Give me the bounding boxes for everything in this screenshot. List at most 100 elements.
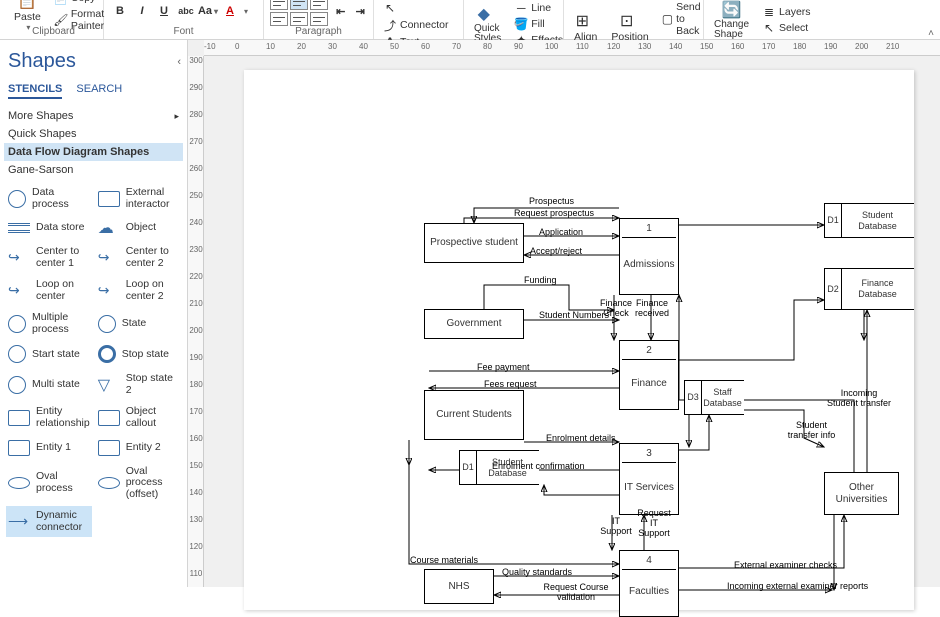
shape-label: State <box>122 318 147 330</box>
shape-label: Data store <box>36 222 84 234</box>
shape-stop-state-2[interactable]: Stop state 2 <box>96 369 181 400</box>
process-it-services[interactable]: 3IT Services <box>619 443 679 515</box>
shape-external-interactor[interactable]: External interactor <box>96 183 181 214</box>
font-group-label: Font <box>110 24 257 37</box>
shape-start-state[interactable]: Start state <box>6 341 92 367</box>
search-tab[interactable]: SEARCH <box>76 83 122 99</box>
shape-label: Object callout <box>126 406 179 429</box>
shape-label: Data process <box>32 187 90 210</box>
underline-button[interactable]: U <box>154 1 174 21</box>
align-tl[interactable] <box>270 0 288 10</box>
strikethrough-button[interactable]: abc <box>176 1 196 21</box>
quick-styles-button[interactable]: ◆Quick Styles <box>470 4 505 44</box>
shape-oval-process[interactable]: Oval process <box>6 462 92 505</box>
shape-icon <box>8 315 26 333</box>
shape-label: Oval process (offset) <box>126 466 179 501</box>
shape-object[interactable]: Object <box>96 216 181 240</box>
shape-icon <box>98 377 120 393</box>
shape-label: Center to center 1 <box>36 246 90 269</box>
collapse-panel-icon[interactable]: ‹ <box>177 56 181 68</box>
flow-fee-payment: Fee payment <box>477 362 530 372</box>
connector-tool-button[interactable]: ⤴Connector <box>380 17 451 33</box>
collapse-ribbon-icon[interactable]: ˄ <box>928 28 934 39</box>
more-shapes-item[interactable]: More Shapes▸ <box>4 107 183 125</box>
flow-request-prospectus: Request prospectus <box>514 208 594 218</box>
shape-state[interactable]: State <box>96 308 181 339</box>
flow-request-course-validation: Request Course validation <box>536 582 616 602</box>
select-button[interactable]: ↖Select <box>759 20 814 36</box>
datastore-d2-finance[interactable]: Finance Database <box>824 268 914 310</box>
shape-oval-process-(offset)[interactable]: Oval process (offset) <box>96 462 181 505</box>
shape-center-to-center-1[interactable]: Center to center 1 <box>6 242 92 273</box>
flow-funding: Funding <box>524 275 557 285</box>
flow-quality-standards: Quality standards <box>502 567 572 577</box>
bold-button[interactable]: B <box>110 1 130 21</box>
shape-entity-relationship[interactable]: Entity relationship <box>6 402 92 433</box>
external-government[interactable]: Government <box>424 309 524 339</box>
shapes-panel: Shapes ‹ STENCILS SEARCH More Shapes▸ Qu… <box>0 40 188 587</box>
process-faculties[interactable]: 4Faculties <box>619 550 679 617</box>
shape-icon <box>8 514 30 530</box>
shape-icon <box>98 220 120 236</box>
layers-button[interactable]: ≣Layers <box>759 4 814 20</box>
shape-dynamic-connector[interactable]: Dynamic connector <box>6 506 92 537</box>
align-button[interactable]: ⊞Align <box>570 11 601 43</box>
indent-increase-button[interactable]: ⇥ <box>354 1 368 21</box>
shape-data-store[interactable]: Data store <box>6 216 92 240</box>
shape-entity-1[interactable]: Entity 1 <box>6 436 92 460</box>
shape-label: Loop on center <box>36 279 90 302</box>
shape-loop-on-center-2[interactable]: Loop on center 2 <box>96 275 181 306</box>
external-other-universities[interactable]: Other Universities <box>824 472 899 515</box>
font-size-button[interactable]: Aa▾ <box>198 1 218 21</box>
align-tc[interactable] <box>290 0 308 10</box>
process-finance[interactable]: 2Finance <box>619 340 679 410</box>
align-bc[interactable] <box>290 12 308 26</box>
shape-grid: Data process External interactor Data stor… <box>4 179 183 541</box>
shape-multiple-process[interactable]: Multiple process <box>6 308 92 339</box>
shape-icon <box>98 410 120 426</box>
shape-icon <box>98 345 116 363</box>
shape-icon <box>98 283 120 299</box>
shape-icon <box>98 250 120 266</box>
quick-shapes-item[interactable]: Quick Shapes <box>4 125 183 143</box>
align-tr[interactable] <box>310 0 328 10</box>
line-button[interactable]: ─Line <box>511 0 566 16</box>
italic-button[interactable]: I <box>132 1 152 21</box>
external-prospective-student[interactable]: Prospective student <box>424 223 524 263</box>
shape-data-process[interactable]: Data process <box>6 183 92 214</box>
shape-icon <box>8 223 30 233</box>
canvas-area: -100102030405060708090100110120130140150… <box>188 40 940 587</box>
vertical-ruler: 3002902802702602502402302202102001901801… <box>188 56 204 587</box>
fill-button[interactable]: 🪣Fill <box>511 16 566 32</box>
change-shape-button[interactable]: 🔄Change Shape <box>710 0 753 40</box>
position-button[interactable]: ⊡Position <box>607 11 652 43</box>
font-color-button[interactable]: A <box>220 1 240 21</box>
pointer-tool-button[interactable]: ↖ <box>380 0 400 16</box>
shape-loop-on-center[interactable]: Loop on center <box>6 275 92 306</box>
process-admissions[interactable]: 1Admissions <box>619 218 679 295</box>
align-bl[interactable] <box>270 12 288 26</box>
datastore-d1-student[interactable]: Student Database <box>824 203 914 238</box>
gane-sarson-stencil[interactable]: Gane-Sarson <box>4 161 183 179</box>
horizontal-ruler: -100102030405060708090100110120130140150… <box>204 40 940 56</box>
shape-multi-state[interactable]: Multi state <box>6 369 92 400</box>
dfd-shapes-stencil[interactable]: Data Flow Diagram Shapes <box>4 143 183 161</box>
shapes-panel-title: Shapes <box>8 50 76 73</box>
shape-center-to-center-2[interactable]: Center to center 2 <box>96 242 181 273</box>
shape-entity-2[interactable]: Entity 2 <box>96 436 181 460</box>
stencils-tab[interactable]: STENCILS <box>8 83 62 99</box>
shape-label: Stop state <box>122 349 169 361</box>
flow-finance-received: Finance received <box>634 298 670 318</box>
shape-object-callout[interactable]: Object callout <box>96 402 181 433</box>
indent-decrease-button[interactable]: ⇤ <box>334 1 348 21</box>
copy-button[interactable]: 📄Copy <box>51 0 107 6</box>
drawing-page[interactable]: Prospective student Government Current S… <box>244 70 914 610</box>
shape-label: Entity 2 <box>126 442 161 454</box>
datastore-d3-staff[interactable]: Staff Database <box>684 380 744 415</box>
shape-stop-state[interactable]: Stop state <box>96 341 181 367</box>
flow-student-transfer-info: Student transfer info <box>784 420 839 440</box>
shape-label: Start state <box>32 349 80 361</box>
shape-icon <box>98 315 116 333</box>
align-br[interactable] <box>310 12 328 26</box>
external-current-students[interactable]: Current Students <box>424 390 524 440</box>
